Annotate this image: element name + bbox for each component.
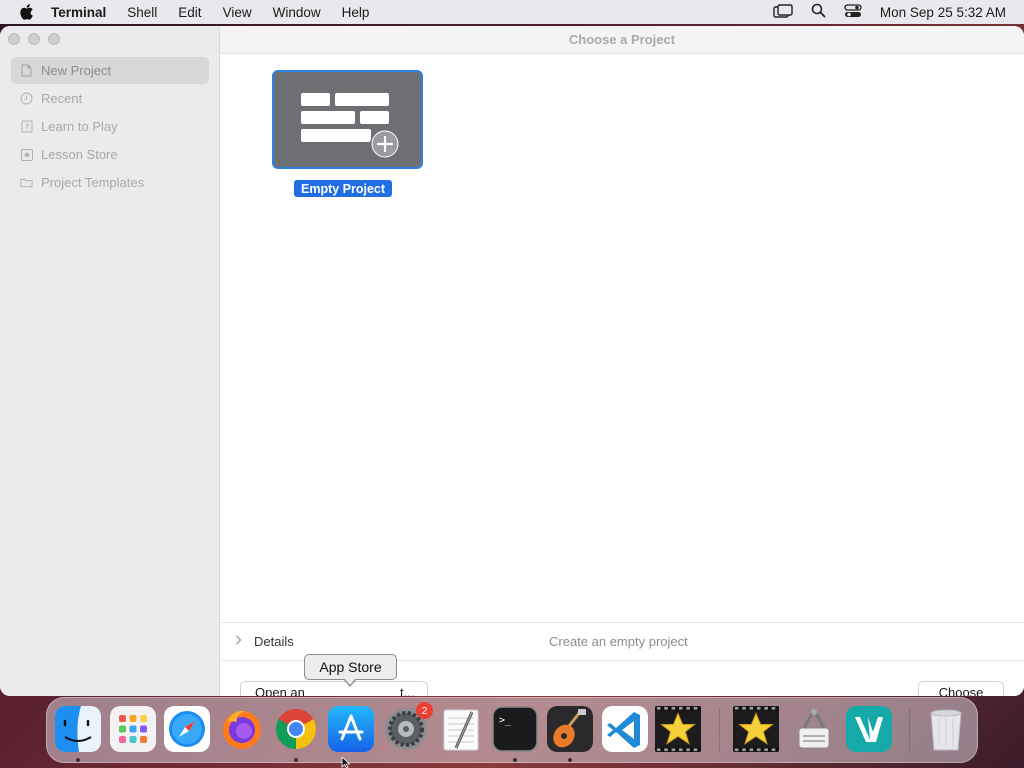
music-book-icon [20,120,33,133]
tooltip-arrow-fill [344,678,356,685]
sidebar-item-label: Project Templates [41,175,145,190]
folder-icon [20,176,33,189]
svg-text:>_: >_ [499,715,512,726]
details-label: Details [254,634,294,649]
preview-icon[interactable] [791,706,837,752]
sidebar-list: New Project Recent Learn to Play Lesson … [11,57,209,197]
window-title: Choose a Project [220,26,1024,54]
menu-help[interactable]: Help [342,5,370,20]
chevron-right-icon[interactable] [235,635,245,648]
apple-menu-icon[interactable] [17,3,35,21]
imovie-icon[interactable] [733,706,779,752]
running-indicator [513,758,517,762]
sidebar-item-label: New Project [41,63,112,78]
finder-icon[interactable] [55,706,101,752]
app-store-tooltip: App Store [304,654,397,687]
mouse-cursor-icon [341,757,350,768]
sidebar-item-label: Learn to Play [41,119,118,134]
garageband-icon[interactable] [547,706,593,752]
zoom-button[interactable] [48,33,60,45]
menu-edit[interactable]: Edit [178,5,201,20]
menu-app-name[interactable]: Terminal [51,5,106,20]
open-button-label: Open an [255,684,305,697]
launchpad-icon[interactable] [110,706,156,752]
app-store-icon[interactable] [328,706,374,752]
open-button-label-suffix: t... [400,684,415,697]
choose-project-window: New Project Recent Learn to Play Lesson … [0,26,1024,696]
document-icon [20,64,33,77]
details-description: Create an empty project [549,634,688,649]
running-indicator [76,758,80,762]
dock: >_ [46,697,978,763]
sidebar-item-lesson-store[interactable]: Lesson Store [11,141,209,168]
imovie-icon[interactable] [655,706,701,752]
terminal-icon[interactable]: >_ [492,706,538,752]
sidebar-item-label: Lesson Store [41,147,118,162]
running-indicator [294,758,298,762]
menu-clock[interactable]: Mon Sep 25 5:32 AM [880,5,1006,20]
sidebar-item-learn-to-play[interactable]: Learn to Play [11,113,209,140]
trash-icon[interactable] [923,706,969,752]
empty-project-tile[interactable] [272,70,423,169]
settings-notification-badge: 2 [416,702,433,719]
firefox-icon[interactable] [219,706,265,752]
tooltip-text: App Store [319,659,382,675]
control-center-icon[interactable] [844,3,862,21]
menu-view[interactable]: View [223,5,252,20]
menu-window[interactable]: Window [273,5,321,20]
clock-icon [20,92,33,105]
choose-button[interactable]: Choose [918,681,1004,696]
textedit-icon[interactable] [438,706,484,752]
empty-project-icon [301,93,400,159]
running-indicator [568,758,572,762]
empty-project-label[interactable]: Empty Project [294,180,393,197]
close-button[interactable] [8,33,20,45]
project-chooser: Empty Project Details Create an empty pr… [221,54,1024,696]
chrome-icon[interactable] [273,706,319,752]
window-controls [8,33,60,45]
dock-separator [719,708,720,752]
screen-mirroring-icon[interactable] [773,3,793,21]
vscode-icon[interactable] [602,706,648,752]
vectorworks-icon[interactable] [846,706,892,752]
star-box-icon [20,148,33,161]
menu-shell[interactable]: Shell [127,5,157,20]
safari-icon[interactable] [164,706,210,752]
sidebar: New Project Recent Learn to Play Lesson … [0,26,220,696]
sidebar-item-recent[interactable]: Recent [11,85,209,112]
menu-bar: Terminal Shell Edit View Window Help Mon… [0,0,1024,24]
spotlight-search-icon[interactable] [811,3,826,21]
sidebar-item-label: Recent [41,91,83,106]
sidebar-item-project-templates[interactable]: Project Templates [11,169,209,196]
minimize-button[interactable] [28,33,40,45]
dock-separator [909,708,910,752]
sidebar-item-new-project[interactable]: New Project [11,57,209,84]
open-existing-project-button[interactable]: Open an t... [240,681,428,696]
